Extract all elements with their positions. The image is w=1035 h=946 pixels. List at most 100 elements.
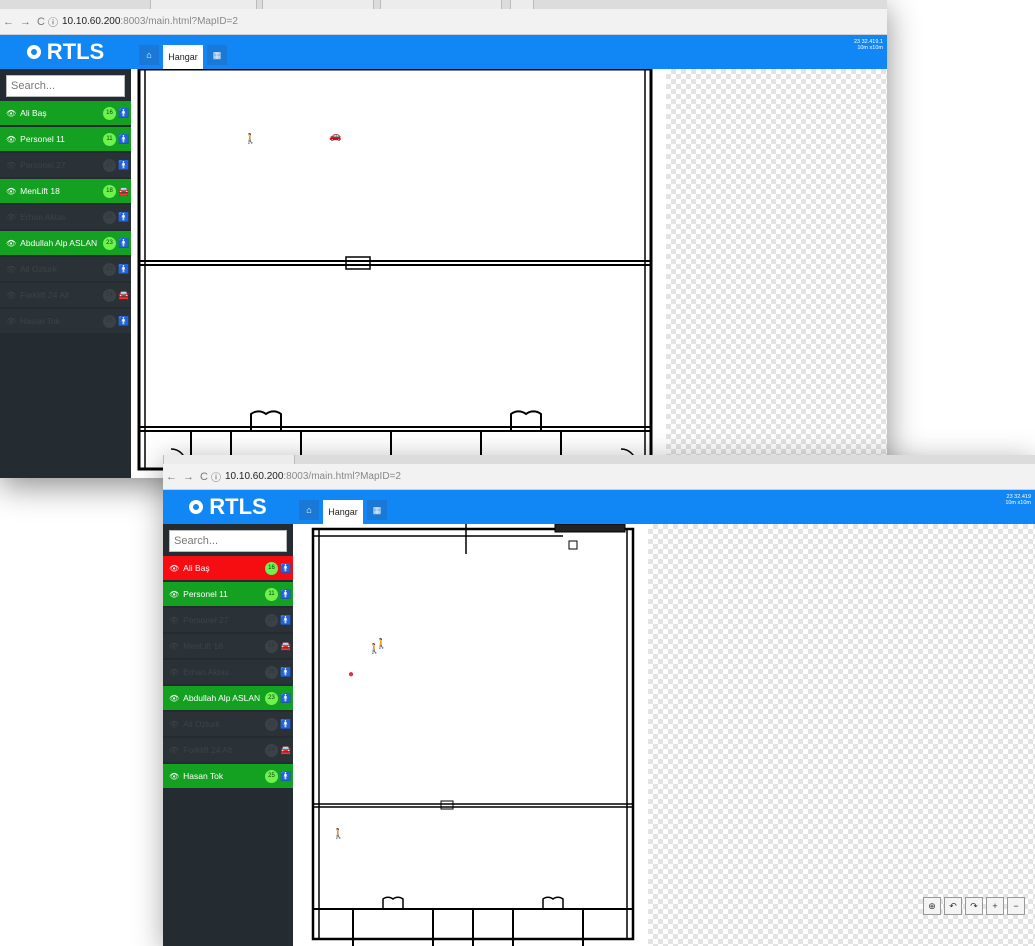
search-input[interactable]: Search... <box>6 75 125 97</box>
tag-list: 👁 Ali Baş 16 🚹 👁 Personel 11 11 🚹 👁 Personel 27 27… <box>0 101 131 335</box>
car-icon: 🚘 <box>118 289 130 300</box>
list-item[interactable]: 👁 Personel 27 27 🚹 <box>0 153 131 179</box>
zoom-out-icon[interactable]: − <box>1007 897 1025 915</box>
search-input[interactable]: Search... <box>169 530 287 552</box>
info-icon[interactable]: ⓘ <box>48 14 58 29</box>
floor-map[interactable]: 🚶 🚶 ● 🚶 <box>293 524 648 946</box>
floor-plan-svg <box>137 69 653 474</box>
map-tab[interactable]: ▦ <box>207 45 227 65</box>
list-item[interactable]: 👁 Forklift 24 Alt 24 🚘 <box>0 283 131 309</box>
person-marker[interactable]: 🚶 <box>375 639 387 650</box>
list-item[interactable]: 👁 Ali Baş 16 🚹 <box>0 101 131 127</box>
visibility-icon[interactable]: 👁 <box>6 213 16 222</box>
location-pin-icon[interactable]: ● <box>348 669 354 680</box>
back-icon[interactable]: ← <box>166 471 177 483</box>
list-item[interactable]: 👁 Hasan Tok 25 🚹 <box>0 309 131 335</box>
list-item[interactable]: 👁 Personel 11 11 🚹 <box>0 127 131 153</box>
visibility-icon[interactable]: 👁 <box>169 772 179 781</box>
map-controls: ⊕ ↶ ↷ + − <box>923 897 1025 915</box>
list-item[interactable]: 👁 Abdullah Alp ASLAN 23 🚹 <box>163 686 293 712</box>
info-icon[interactable]: ⓘ <box>211 469 221 484</box>
coords-readout: 23 32.419.1 10m x10m <box>854 39 883 51</box>
floor-map[interactable]: 🚶 🚗 <box>131 69 666 478</box>
visibility-icon[interactable]: 👁 <box>169 694 179 703</box>
address-bar[interactable]: ← → C ⓘ 10.10.60.200:8003/main.html?MapID=… <box>0 9 887 35</box>
zoom-in-icon[interactable]: + <box>986 897 1004 915</box>
visibility-icon[interactable]: 👁 <box>6 291 16 300</box>
person-icon: 🚹 <box>280 562 292 573</box>
list-item[interactable]: 👁 MenLift 18 18 🚘 <box>163 634 293 660</box>
visibility-icon[interactable]: 👁 <box>169 564 179 573</box>
tag-name: Erhan Aktas <box>20 212 66 222</box>
visibility-icon[interactable]: 👁 <box>6 135 16 144</box>
map-background <box>666 69 887 478</box>
reload-icon[interactable]: C <box>200 471 208 483</box>
home-tab[interactable]: ⌂ <box>299 500 319 520</box>
list-item[interactable]: 👁 Personel 27 27 🚹 <box>163 608 293 634</box>
tag-badge: 26 <box>103 210 116 224</box>
person-icon: 🚹 <box>280 718 292 729</box>
tag-badge: 23 <box>103 236 116 250</box>
map-tab[interactable]: ▦ <box>367 500 387 520</box>
visibility-icon[interactable]: 👁 <box>6 187 16 196</box>
home-tab[interactable]: ⌂ <box>139 45 159 65</box>
visibility-icon[interactable]: 👁 <box>6 109 16 118</box>
visibility-icon[interactable]: 👁 <box>169 590 179 599</box>
tag-name: MenLift 18 <box>20 186 60 196</box>
forward-icon[interactable]: → <box>20 16 31 28</box>
rtls-logo[interactable]: RTLS <box>0 35 131 69</box>
visibility-icon[interactable]: 👁 <box>6 239 16 248</box>
tag-badge: 27 <box>265 613 278 627</box>
rtls-logo[interactable]: RTLS <box>163 490 293 524</box>
list-item[interactable]: 👁 Erhan Aktas 26 🚹 <box>163 660 293 686</box>
home-icon: ⌂ <box>146 50 152 60</box>
visibility-icon[interactable]: 👁 <box>169 616 179 625</box>
person-marker[interactable]: 🚶 <box>332 829 344 840</box>
map-icon: ▦ <box>372 504 382 515</box>
tag-name: Ali Ozturk <box>20 264 57 274</box>
person-icon: 🚹 <box>118 159 130 170</box>
forward-icon[interactable]: → <box>183 471 194 483</box>
tab-hangar[interactable]: Hangar <box>323 500 363 524</box>
address-bar[interactable]: ← → C ⓘ 10.10.60.200:8003/main.html?MapID=… <box>163 464 1035 490</box>
person-icon: 🚹 <box>280 614 292 625</box>
browser-tab-strip <box>163 455 1035 464</box>
rotate-left-icon[interactable]: ↶ <box>944 897 962 915</box>
locate-icon[interactable]: ⊕ <box>923 897 941 915</box>
list-item[interactable]: 👁 Forklift 24 Alt 24 🚘 <box>163 738 293 764</box>
visibility-icon[interactable]: 👁 <box>6 161 16 170</box>
tag-name: Forklift 24 Alt <box>20 290 70 300</box>
person-marker[interactable]: 🚶 <box>244 134 256 145</box>
back-icon[interactable]: ← <box>3 16 14 28</box>
vehicle-marker[interactable]: 🚗 <box>329 131 341 142</box>
tag-name: MenLift 18 <box>183 641 223 651</box>
coords-line2: 10m x10m <box>857 45 883 51</box>
list-item[interactable]: 👁 Ali Baş 16 🚹 <box>163 556 293 582</box>
visibility-icon[interactable]: 👁 <box>6 317 16 326</box>
person-icon: 🚹 <box>118 315 130 326</box>
rotate-right-icon[interactable]: ↷ <box>965 897 983 915</box>
tag-badge: 23 <box>265 691 278 705</box>
visibility-icon[interactable]: 👁 <box>6 265 16 274</box>
visibility-icon[interactable]: 👁 <box>169 746 179 755</box>
list-item[interactable]: 👁 Erhan Aktas 26 🚹 <box>0 205 131 231</box>
list-item[interactable]: 👁 Hasan Tok 25 🚹 <box>163 764 293 790</box>
list-item[interactable]: 👁 MenLift 18 18 🚘 <box>0 179 131 205</box>
reload-icon[interactable]: C <box>37 16 45 28</box>
list-item[interactable]: 👁 Ali Ozturk 22 🚹 <box>163 712 293 738</box>
list-item[interactable]: 👁 Ali Ozturk 22 🚹 <box>0 257 131 283</box>
visibility-icon[interactable]: 👁 <box>169 642 179 651</box>
url-host: 10.10.60.200 <box>225 471 284 482</box>
list-item[interactable]: 👁 Personel 11 11 🚹 <box>163 582 293 608</box>
tag-badge: 16 <box>103 106 116 120</box>
list-item[interactable]: 👁 Abdullah Alp ASLAN 23 🚹 <box>0 231 131 257</box>
person-icon: 🚹 <box>280 692 292 703</box>
tag-badge: 11 <box>103 132 116 146</box>
visibility-icon[interactable]: 👁 <box>169 668 179 677</box>
tab-hangar[interactable]: Hangar <box>163 45 203 69</box>
tag-badge: 26 <box>265 665 278 679</box>
tab-hangar-label: Hangar <box>168 52 198 62</box>
tag-name: Personel 27 <box>20 160 66 170</box>
tag-badge: 24 <box>265 743 278 757</box>
visibility-icon[interactable]: 👁 <box>169 720 179 729</box>
